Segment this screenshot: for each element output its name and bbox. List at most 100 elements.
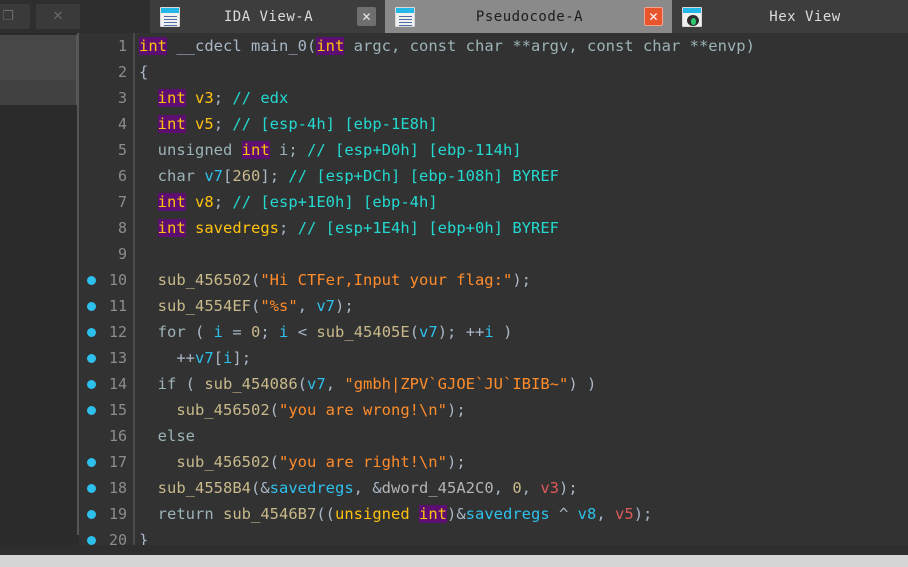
- code-line[interactable]: 20}: [79, 527, 908, 545]
- code-token: (: [185, 375, 205, 393]
- code-line[interactable]: 17 sub_456502("you are right!\n");: [79, 449, 908, 475]
- code-line[interactable]: 8 int savedregs; // [esp+1E4h] [ebp+0h] …: [79, 215, 908, 241]
- tab-label-ida-view-a: IDA View-A: [223, 8, 314, 25]
- bottom-strip-light: [0, 555, 908, 567]
- code-line[interactable]: 13 ++v7[i];: [79, 345, 908, 371]
- code-token: i: [223, 349, 233, 367]
- code-token: i: [213, 323, 224, 341]
- code-token: (: [269, 401, 279, 419]
- code-text: else: [133, 427, 195, 445]
- tab-ida-view-a[interactable]: IDA View-A ✕: [150, 0, 385, 33]
- line-number: 9: [117, 245, 127, 263]
- breakpoint-icon[interactable]: [87, 458, 96, 467]
- breakpoint-icon[interactable]: [87, 380, 96, 389]
- breakpoint-icon[interactable]: [87, 510, 96, 519]
- code-token: i: [279, 323, 289, 341]
- line-number: 6: [117, 167, 127, 185]
- code-text: unsigned int i; // [esp+D0h] [ebp-114h]: [133, 141, 522, 159]
- breakpoint-icon[interactable]: [87, 406, 96, 415]
- close-icon: ✕: [52, 9, 64, 24]
- left-dock-surface[interactable]: [0, 35, 77, 105]
- breakpoint-icon[interactable]: [87, 328, 96, 337]
- code-token: "you are right!\n": [279, 453, 447, 471]
- code-line[interactable]: 19 return sub_4546B7((unsigned int)&save…: [79, 501, 908, 527]
- code-text: int v8; // [esp+1E0h] [ebp-4h]: [133, 193, 438, 211]
- tab-pseudocode-a[interactable]: Pseudocode-A ✕: [385, 0, 672, 33]
- code-line[interactable]: 14 if ( sub_454086(v7, "gmbh|ZPV`GJOE`JU…: [79, 371, 908, 397]
- code-line[interactable]: 1 int __cdecl main_0(int argc, const char…: [79, 33, 908, 59]
- code-token: // [esp+DCh] [ebp-108h] BYREF: [288, 167, 559, 185]
- code-line[interactable]: 7 int v8; // [esp+1E0h] [ebp-4h]: [79, 189, 908, 215]
- hex-view-icon: [682, 6, 702, 27]
- breakpoint-icon[interactable]: [87, 302, 96, 311]
- code-token: ;: [213, 193, 233, 211]
- code-token: return: [157, 505, 223, 523]
- code-line[interactable]: 6 char v7[260]; // [esp+DCh] [ebp-108h] …: [79, 163, 908, 189]
- code-line[interactable]: 4 int v5; // [esp-4h] [ebp-1E8h]: [79, 111, 908, 137]
- code-token: );: [512, 271, 531, 289]
- code-text: sub_4554EF("%s", v7);: [133, 297, 354, 315]
- code-token: char: [157, 167, 205, 185]
- code-token: 260: [232, 167, 261, 185]
- breakpoint-icon[interactable]: [87, 354, 96, 363]
- close-button[interactable]: ✕: [36, 4, 80, 29]
- breakpoint-icon[interactable]: [87, 276, 96, 285]
- tab-close-pseudocode-a[interactable]: ✕: [644, 7, 663, 26]
- code-token: __cdecl: [167, 37, 251, 55]
- code-token: for: [157, 323, 195, 341]
- line-number: 1: [117, 37, 127, 55]
- code-token: sub_4546B7: [223, 505, 317, 523]
- code-token: ];: [260, 167, 289, 185]
- document-list-icon: [160, 6, 180, 27]
- document-list-icon: [395, 6, 415, 27]
- code-token: );: [559, 479, 578, 497]
- code-line[interactable]: 2{: [79, 59, 908, 85]
- code-line[interactable]: 3 int v3; // edx: [79, 85, 908, 111]
- code-line[interactable]: 18 sub_4558B4(&savedregs, &dword_45A2C0,…: [79, 475, 908, 501]
- code-token: sub_456502: [176, 453, 270, 471]
- code-line[interactable]: 12 for ( i = 0; i < sub_45405E(v7); ++i …: [79, 319, 908, 345]
- code-token: }: [139, 531, 149, 545]
- code-token: v7: [195, 349, 214, 367]
- code-token: dword_45A2C0: [381, 479, 494, 497]
- code-line[interactable]: 9: [79, 241, 908, 267]
- code-token: // [esp+D0h] [ebp-114h]: [307, 141, 522, 159]
- code-text: ++v7[i];: [133, 349, 251, 367]
- code-text: int v5; // [esp-4h] [ebp-1E8h]: [133, 115, 438, 133]
- line-number: 16: [108, 427, 127, 445]
- code-line[interactable]: 10 sub_456502("Hi CTFer,Input your flag:…: [79, 267, 908, 293]
- code-text: int savedregs; // [esp+1E4h] [ebp+0h] BY…: [133, 219, 559, 237]
- code-line[interactable]: 16 else: [79, 423, 908, 449]
- code-token: ,: [325, 375, 345, 393]
- breakpoint-icon[interactable]: [87, 536, 96, 545]
- code-token: // [esp+1E4h] [ebp+0h] BYREF: [297, 219, 559, 237]
- restore-button[interactable]: ❐: [0, 4, 30, 29]
- code-token: **argv,: [512, 37, 587, 55]
- line-number: 5: [117, 141, 127, 159]
- code-token: );: [633, 505, 653, 523]
- code-line[interactable]: 11 sub_4554EF("%s", v7);: [79, 293, 908, 319]
- code-token: (: [251, 297, 261, 315]
- line-number: 2: [117, 63, 127, 81]
- code-text: char v7[260]; // [esp+DCh] [ebp-108h] BY…: [133, 167, 559, 185]
- tab-hex-view[interactable]: Hex View: [672, 0, 908, 33]
- tab-close-ida-view-a[interactable]: ✕: [357, 7, 376, 26]
- code-body[interactable]: 1 int __cdecl main_0(int argc, const char…: [79, 33, 908, 545]
- code-token: v3: [540, 479, 560, 497]
- code-token: sub_456502: [176, 401, 270, 419]
- left-dock-panel: [0, 33, 78, 567]
- breakpoint-icon[interactable]: [87, 484, 96, 493]
- line-number: 7: [117, 193, 127, 211]
- code-token: v8: [195, 193, 214, 211]
- pseudocode-editor[interactable]: 1 int __cdecl main_0(int argc, const char…: [79, 33, 908, 545]
- code-line[interactable]: 15 sub_456502("you are wrong!\n");: [79, 397, 908, 423]
- line-number: 3: [117, 89, 127, 107]
- code-line[interactable]: 5 unsigned int i; // [esp+D0h] [ebp-114h…: [79, 137, 908, 163]
